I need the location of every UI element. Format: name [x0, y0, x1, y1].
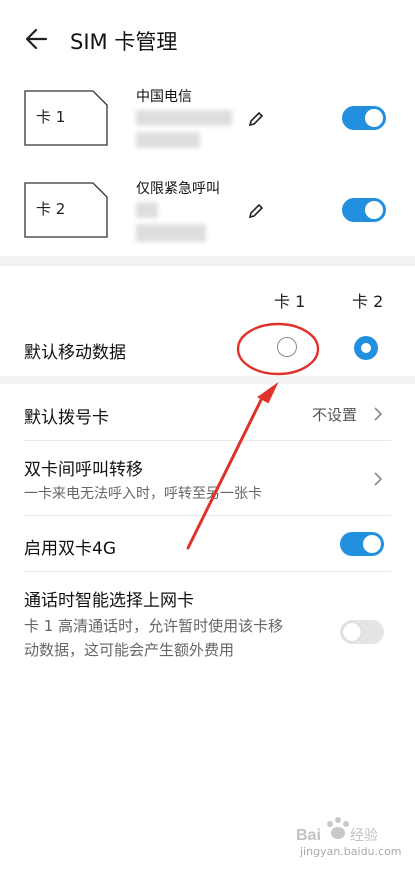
smart-data-toggle[interactable]: [340, 620, 384, 644]
row-divider: [24, 440, 391, 441]
smart-data-label: 通话时智能选择上网卡: [24, 591, 194, 611]
radio-card1-data[interactable]: [277, 337, 297, 357]
page-title: SIM 卡管理: [70, 30, 178, 54]
chevron-right-icon[interactable]: [372, 471, 384, 487]
annotation-arrow-shaft: [186, 396, 264, 550]
call-forward-description: 一卡来电无法呼入时，呼转至另一张卡: [24, 486, 262, 502]
svg-text:经验: 经验: [350, 828, 378, 844]
sim-card-icon: 卡 1: [24, 90, 108, 146]
chevron-right-icon: [374, 407, 383, 421]
dual-4g-toggle[interactable]: [340, 532, 384, 556]
svg-text:Bai: Bai: [296, 827, 321, 844]
sim-card-label: 卡 1: [36, 108, 66, 126]
blurred-number: [136, 202, 158, 218]
sim-row-1: 卡 1 中国电信: [0, 86, 415, 176]
header: SIM 卡管理: [0, 0, 415, 80]
radio-card2-data[interactable]: [354, 336, 378, 360]
column-header-card1: 卡 1: [274, 292, 306, 311]
default-data-label: 默认移动数据: [24, 343, 126, 363]
section-divider: [0, 256, 415, 266]
default-dial-value[interactable]: 不设置: [312, 404, 357, 425]
column-header-card2: 卡 2: [352, 292, 384, 311]
smart-data-description: 卡 1 高清通话时，允许暂时使用该卡移动数据，这可能会产生额外费用: [24, 617, 284, 659]
row-divider: [24, 571, 391, 572]
default-dial-label[interactable]: 默认拨号卡: [24, 403, 109, 428]
dual-4g-label: 启用双卡4G: [24, 539, 116, 559]
sim-carrier-name: 中国电信: [136, 89, 192, 105]
blurred-number: [136, 132, 200, 148]
edit-pencil-icon[interactable]: [248, 203, 264, 219]
sim-2-toggle[interactable]: [342, 198, 386, 222]
sim-row-2: 卡 2 仅限紧急呼叫: [0, 178, 415, 268]
blurred-number: [136, 224, 206, 242]
sim-carrier-name: 仅限紧急呼叫: [136, 181, 220, 197]
annotation-arrow-head: [257, 381, 279, 404]
sim-card-label: 卡 2: [36, 200, 66, 218]
row-divider: [24, 515, 391, 516]
section-divider: [0, 376, 415, 384]
sim-card-icon: 卡 2: [24, 182, 108, 238]
blurred-number: [136, 110, 232, 126]
sim-1-toggle[interactable]: [342, 106, 386, 130]
edit-pencil-icon[interactable]: [248, 111, 264, 127]
call-forward-label[interactable]: 双卡间呼叫转移: [24, 455, 143, 480]
watermark-url: jingyan.baidu.com: [300, 845, 402, 858]
back-arrow-icon[interactable]: [24, 26, 50, 52]
